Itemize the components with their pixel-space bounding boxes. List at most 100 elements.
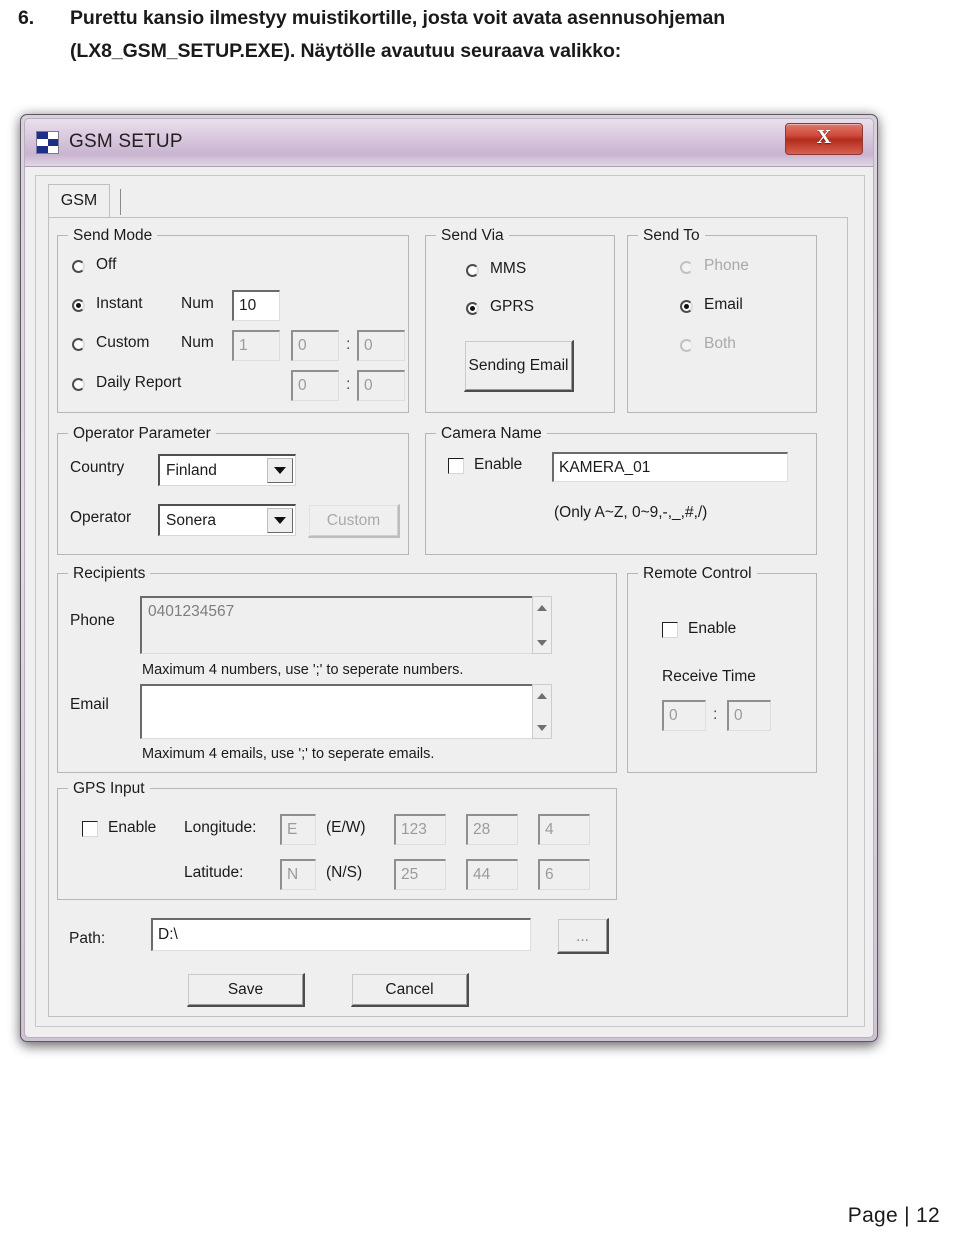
instruction-line-2: (LX8_GSM_SETUP.EXE). Näytölle avautuu se…: [70, 40, 622, 62]
group-gps-input: GPS Input Enable Longitude: E (E/W) 123 …: [57, 780, 617, 900]
input-daily-hour[interactable]: 0: [291, 370, 339, 401]
label-send-to-phone: Phone: [704, 257, 749, 274]
path-input[interactable]: D:\: [151, 918, 531, 951]
label-receive-time: Receive Time: [662, 668, 756, 685]
scroll-down-arrow-phone[interactable]: [533, 634, 551, 651]
input-longitude-seconds[interactable]: 4: [538, 814, 590, 845]
label-latitude: Latitude:: [184, 864, 244, 881]
group-operator-parameter-title: Operator Parameter: [68, 425, 216, 443]
radio-send-to-both[interactable]: [680, 339, 693, 352]
tab-gsm[interactable]: GSM: [48, 184, 110, 217]
recipients-email-hint: Maximum 4 emails, use ';' to seperate em…: [142, 746, 435, 762]
input-receive-time-minute[interactable]: 0: [727, 700, 771, 731]
label-instant-num: Num: [181, 295, 214, 312]
group-camera-name-title: Camera Name: [436, 425, 547, 443]
tab-panel-gsm: Send Mode Off Instant Num 10 Custom Num …: [48, 217, 848, 1017]
close-button[interactable]: X: [785, 123, 863, 155]
group-gps-input-title: GPS Input: [68, 780, 150, 798]
daily-time-colon: :: [346, 376, 351, 393]
input-custom-num[interactable]: 1: [232, 330, 280, 361]
group-send-to: Send To Phone Email Both: [627, 227, 817, 413]
input-latitude-hemisphere[interactable]: N: [280, 859, 316, 890]
instruction-line-1: 6. Purettu kansio ilmestyy muistikortille…: [18, 2, 938, 35]
scroll-up-arrow-phone[interactable]: [533, 599, 551, 616]
input-instant-num[interactable]: 10: [232, 290, 280, 321]
label-recipients-phone: Phone: [70, 612, 115, 629]
recipients-phone-input[interactable]: 0401234567: [140, 596, 552, 654]
tab-divider: [120, 189, 121, 215]
remote-control-enable-checkbox[interactable]: [662, 622, 678, 638]
radio-send-mode-daily[interactable]: [72, 378, 85, 391]
label-send-mode-instant: Instant: [96, 295, 143, 312]
input-longitude-hemisphere[interactable]: E: [280, 814, 316, 845]
group-send-via: Send Via MMS GPRS Sending Email: [425, 227, 615, 413]
recipients-email-scrollbar[interactable]: [532, 684, 552, 739]
radio-send-mode-off[interactable]: [72, 260, 85, 273]
camera-name-input[interactable]: KAMERA_01: [552, 452, 788, 482]
country-value: Finland: [166, 461, 217, 479]
radio-send-via-gprs[interactable]: [466, 302, 479, 315]
group-send-via-title: Send Via: [436, 227, 509, 245]
cancel-button[interactable]: Cancel: [351, 973, 469, 1007]
group-send-mode: Send Mode Off Instant Num 10 Custom Num …: [57, 227, 409, 413]
group-recipients-title: Recipients: [68, 565, 151, 583]
camera-name-enable-checkbox[interactable]: [448, 458, 464, 474]
operator-value: Sonera: [166, 511, 216, 529]
input-longitude-degrees[interactable]: 123: [394, 814, 446, 845]
label-custom-num: Num: [181, 334, 214, 351]
label-send-via-mms: MMS: [490, 260, 527, 277]
label-send-via-gprs: GPRS: [490, 298, 534, 315]
dialog-title: GSM SETUP: [69, 131, 183, 152]
path-browse-button[interactable]: ...: [557, 918, 609, 954]
operator-combobox[interactable]: Sonera: [158, 504, 296, 536]
group-recipients: Recipients Phone 0401234567 Maximum 4 nu…: [57, 565, 617, 773]
sending-email-button[interactable]: Sending Email: [464, 340, 574, 392]
input-latitude-minutes[interactable]: 44: [466, 859, 518, 890]
group-remote-control: Remote Control Enable Receive Time 0 : 0: [627, 565, 817, 773]
chevron-down-icon-country[interactable]: [267, 458, 293, 483]
label-send-mode-off: Off: [96, 256, 117, 273]
radio-send-to-email[interactable]: [680, 300, 693, 313]
label-send-to-both: Both: [704, 335, 736, 352]
dialog-titlebar[interactable]: GSM SETUP X: [25, 119, 873, 167]
group-send-to-title: Send To: [638, 227, 705, 245]
scroll-down-arrow-email[interactable]: [533, 719, 551, 736]
operator-custom-button[interactable]: Custom: [308, 504, 400, 538]
label-recipients-email: Email: [70, 696, 109, 713]
dialog-inner-frame: GSM SETUP X GSM Send Mode Off Instant Nu…: [24, 118, 874, 1038]
input-custom-minute[interactable]: 0: [357, 330, 405, 361]
chevron-down-icon-operator[interactable]: [267, 508, 293, 533]
save-button[interactable]: Save: [187, 973, 305, 1007]
input-daily-minute[interactable]: 0: [357, 370, 405, 401]
gsm-setup-dialog: GSM SETUP X GSM Send Mode Off Instant Nu…: [20, 114, 878, 1042]
scroll-up-arrow-email[interactable]: [533, 687, 551, 704]
page-footer: Page | 12: [847, 1204, 940, 1227]
group-remote-control-title: Remote Control: [638, 565, 757, 583]
input-receive-time-hour[interactable]: 0: [662, 700, 706, 731]
radio-send-mode-instant[interactable]: [72, 299, 85, 312]
input-latitude-degrees[interactable]: 25: [394, 859, 446, 890]
tabstrip: GSM: [48, 184, 848, 218]
recipients-email-input[interactable]: [140, 684, 552, 739]
radio-send-to-phone[interactable]: [680, 261, 693, 274]
camera-name-hint: (Only A~Z, 0~9,-,_,#,/): [554, 504, 708, 521]
radio-send-mode-custom[interactable]: [72, 338, 85, 351]
radio-send-via-mms[interactable]: [466, 264, 479, 277]
gps-enable-checkbox[interactable]: [82, 821, 98, 837]
instruction-text-1: Purettu kansio ilmestyy muistikortille, …: [70, 7, 726, 29]
label-path: Path:: [69, 930, 106, 947]
input-latitude-seconds[interactable]: 6: [538, 859, 590, 890]
label-send-mode-daily: Daily Report: [96, 374, 182, 391]
label-send-to-email: Email: [704, 296, 743, 313]
close-icon: X: [816, 126, 832, 148]
recipients-phone-scrollbar[interactable]: [532, 596, 552, 654]
instruction-paragraph: 6. Purettu kansio ilmestyy muistikortille…: [18, 2, 938, 68]
country-combobox[interactable]: Finland: [158, 454, 296, 486]
label-remote-control-enable: Enable: [688, 620, 737, 637]
label-gps-enable: Enable: [108, 819, 157, 836]
label-send-mode-custom: Custom: [96, 334, 150, 351]
page-root: 6. Purettu kansio ilmestyy muistikortille…: [0, 0, 960, 1242]
step-number: 6.: [18, 7, 35, 29]
input-custom-hour[interactable]: 0: [291, 330, 339, 361]
input-longitude-minutes[interactable]: 28: [466, 814, 518, 845]
